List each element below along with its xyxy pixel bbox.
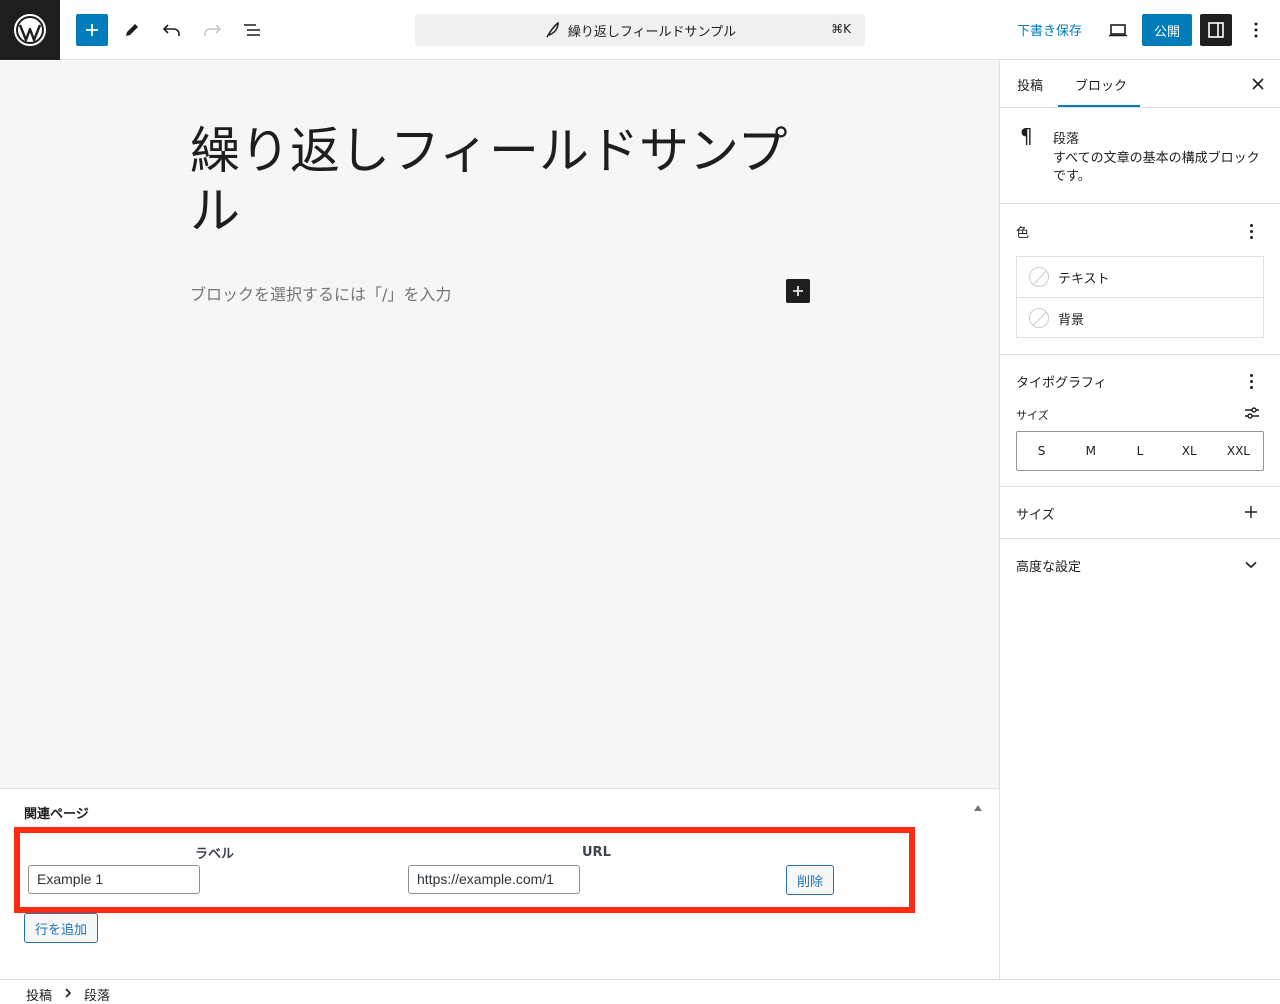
font-size-label: サイズ — [1016, 409, 1049, 422]
breadcrumb-paragraph[interactable]: 段落 — [84, 985, 110, 1004]
font-size-picker: S M L XL XXL — [1016, 431, 1264, 471]
list-view-icon — [244, 24, 260, 36]
color-panel-title: 色 — [1016, 226, 1030, 241]
advanced-panel-title: 高度な設定 — [1016, 560, 1082, 575]
save-draft-button[interactable]: 下書き保存 — [1017, 20, 1082, 39]
block-card: ¶ 段落 すべての文章の基本の構成ブロックです。 — [1000, 108, 1280, 204]
block-breadcrumb: 投稿 段落 — [0, 979, 1280, 1004]
editor-top-bar: 繰り返しフィールドサンプル ⌘K 下書き保存 公開 — [0, 0, 1280, 60]
tab-post[interactable]: 投稿 — [1017, 75, 1043, 94]
column-url-header: URL — [582, 845, 611, 860]
typography-panel-title: タイポグラフィ — [1016, 376, 1107, 391]
color-item-label: テキスト — [1058, 272, 1110, 287]
sidebar-icon — [1208, 22, 1224, 38]
active-tab-indicator — [1058, 105, 1140, 107]
typography-panel: タイポグラフィ サイズ S M L XL XXL — [1000, 355, 1280, 487]
font-size-option-xxl[interactable]: XXL — [1214, 432, 1263, 470]
metabox-title: 関連ページ — [24, 807, 89, 822]
block-description: すべての文章の基本の構成ブロックです。 — [1053, 151, 1260, 184]
options-menu-button[interactable] — [1240, 14, 1272, 46]
paragraph-icon: ¶ — [1020, 124, 1033, 148]
tools-button[interactable] — [116, 14, 148, 46]
undo-icon — [162, 24, 180, 36]
empty-swatch-icon — [1029, 308, 1049, 328]
tab-block[interactable]: ブロック — [1075, 75, 1127, 94]
plus-icon — [793, 286, 803, 296]
plus-icon[interactable] — [1244, 505, 1258, 519]
redo-button[interactable] — [196, 14, 228, 46]
block-inserter-button[interactable] — [76, 14, 108, 46]
keyboard-shortcut: ⌘K — [831, 22, 851, 36]
preview-button[interactable] — [1102, 14, 1134, 46]
collapse-arrow-icon[interactable] — [974, 805, 982, 811]
post-feather-icon — [546, 22, 559, 38]
wordpress-logo-button[interactable] — [0, 0, 60, 60]
font-size-option-xl[interactable]: XL — [1165, 432, 1214, 470]
post-title[interactable]: 繰り返しフィールドサンプル — [190, 121, 790, 241]
column-label-header: ラベル — [195, 847, 235, 862]
undo-button[interactable] — [156, 14, 188, 46]
dimensions-panel[interactable]: サイズ — [1000, 487, 1280, 539]
related-pages-metabox: 関連ページ ラベル URL Example 1 https://example.… — [0, 788, 999, 979]
publish-button[interactable]: 公開 — [1142, 14, 1192, 46]
font-size-option-l[interactable]: L — [1115, 432, 1164, 470]
breadcrumb-post[interactable]: 投稿 — [26, 985, 52, 1004]
empty-block-placeholder[interactable]: ブロックを選択するには「/」を入力 — [190, 281, 451, 305]
pencil-icon — [126, 24, 138, 36]
block-name: 段落 — [1053, 132, 1080, 147]
typography-options-icon[interactable] — [1250, 374, 1254, 392]
custom-size-settings-icon[interactable] — [1244, 405, 1260, 421]
desktop-preview-icon — [1109, 24, 1127, 37]
color-panel: 色 テキスト 背景 — [1000, 204, 1280, 355]
label-input[interactable]: Example 1 — [28, 865, 200, 894]
redo-icon — [204, 24, 222, 36]
chevron-right-icon — [65, 988, 72, 998]
close-icon[interactable] — [1248, 74, 1268, 94]
color-options-icon[interactable] — [1250, 224, 1254, 242]
document-overview-button[interactable] — [236, 14, 268, 46]
command-palette-bar[interactable]: 繰り返しフィールドサンプル ⌘K — [415, 14, 865, 46]
document-title: 繰り返しフィールドサンプル — [567, 24, 737, 40]
editor-canvas: 繰り返しフィールドサンプル ブロックを選択するには「/」を入力 — [0, 61, 999, 788]
wordpress-icon — [14, 14, 46, 46]
font-size-option-s[interactable]: S — [1017, 432, 1066, 470]
color-list: テキスト 背景 — [1016, 256, 1264, 338]
plus-icon — [86, 24, 98, 36]
advanced-panel[interactable]: 高度な設定 — [1000, 539, 1280, 591]
sidebar-tabs: 投稿 ブロック — [1000, 61, 1280, 108]
chevron-down-icon — [1245, 561, 1257, 569]
settings-sidebar-toggle[interactable] — [1200, 14, 1232, 46]
url-input[interactable]: https://example.com/1 — [408, 865, 580, 894]
color-item-label: 背景 — [1058, 313, 1085, 328]
delete-row-button[interactable]: 削除 — [786, 865, 834, 895]
add-block-button[interactable] — [786, 279, 810, 303]
background-color-item[interactable]: 背景 — [1017, 297, 1263, 337]
font-size-option-m[interactable]: M — [1066, 432, 1115, 470]
settings-sidebar: 投稿 ブロック ¶ 段落 すべての文章の基本の構成ブロックです。 色 テキスト … — [999, 61, 1280, 979]
vertical-ellipsis-icon — [1254, 22, 1258, 38]
dimensions-panel-title: サイズ — [1016, 508, 1055, 523]
empty-swatch-icon — [1029, 267, 1049, 287]
add-row-button[interactable]: 行を追加 — [24, 913, 98, 943]
text-color-item[interactable]: テキスト — [1017, 257, 1263, 297]
